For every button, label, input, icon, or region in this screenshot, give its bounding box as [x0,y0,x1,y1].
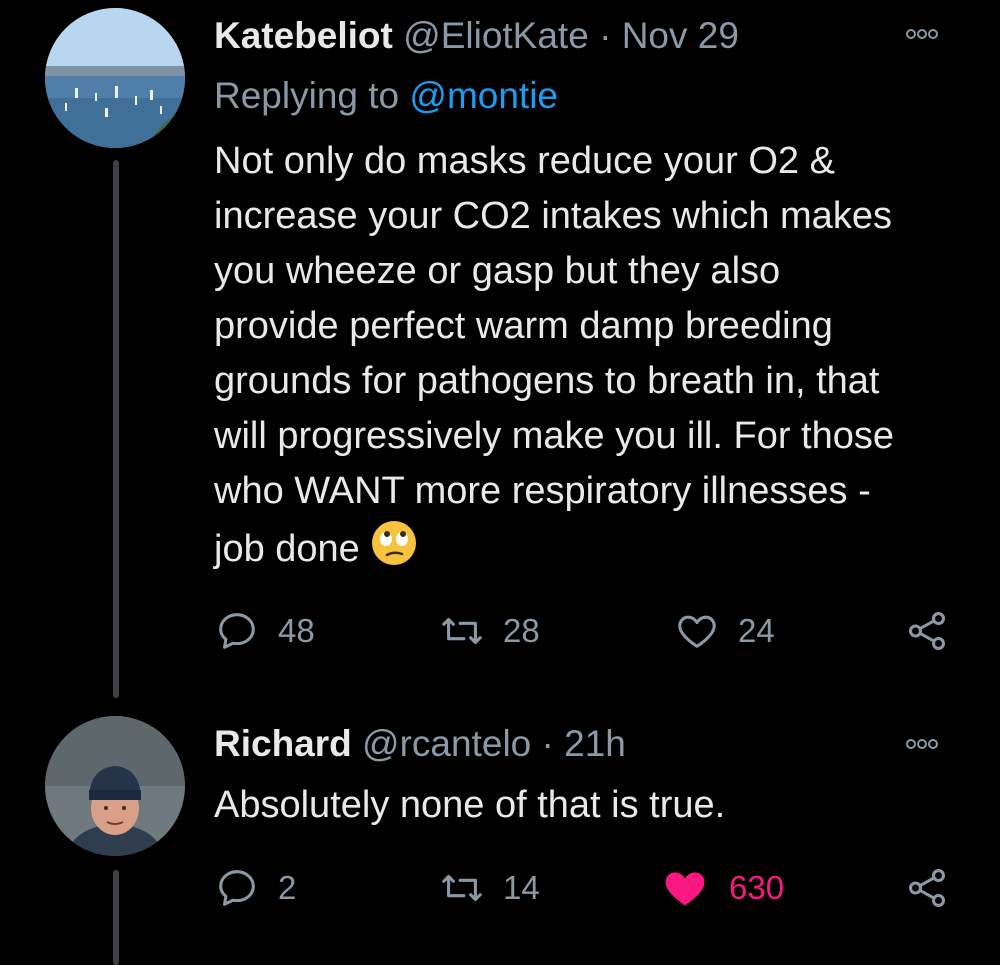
tweet-body: Not only do masks reduce your O2 & incre… [214,140,895,570]
like-button[interactable]: 24 [674,606,775,656]
seascape-avatar-image [45,8,185,148]
avatar-katebeliot[interactable] [45,8,185,148]
like-count: 24 [738,612,775,649]
tweet-actions: 48 28 24 [214,606,954,656]
avatar-richard[interactable] [45,716,185,856]
user-handle[interactable]: @rcantelo [362,723,531,764]
share-button[interactable] [904,606,950,656]
reply-button[interactable]: 2 [214,863,296,913]
retweet-count: 28 [503,612,540,649]
reply-count: 2 [278,869,297,906]
share-button[interactable] [904,863,950,913]
separator-dot: · [599,15,612,56]
timestamp[interactable]: 21h [564,723,626,764]
tweet-katebeliot[interactable]: Katebeliot @EliotKate · Nov 29 Replying … [0,0,1000,700]
mention-link[interactable]: @montie [409,75,558,116]
retweet-icon [442,874,482,902]
reply-icon [219,613,255,649]
retweet-count: 14 [503,869,540,906]
replying-to-line: Replying to @montie [214,74,558,118]
thread-line [113,870,119,965]
share-icon [908,869,946,907]
heart-filled-icon [665,872,705,906]
display-name[interactable]: Richard [214,723,352,764]
more-options-icon[interactable] [906,736,952,756]
rolling-eyes-emoji-icon [370,519,418,583]
more-options-icon[interactable] [906,26,952,46]
thread-line [113,160,119,698]
separator-dot: · [541,723,554,764]
reply-button[interactable]: 48 [214,606,315,656]
reply-icon [219,870,255,906]
tweet-body: Absolutely none of that is true. [214,784,726,826]
like-count: 630 [729,869,785,906]
tweet-text: Absolutely none of that is true. [214,778,914,833]
heart-outline-icon [678,615,716,648]
profile-photo-image [45,716,185,856]
user-handle[interactable]: @EliotKate [403,15,589,56]
reply-count: 48 [278,612,315,649]
like-button[interactable]: 630 [659,863,784,913]
tweet-header: Katebeliot @EliotKate · Nov 29 [214,14,739,58]
tweet-actions: 2 14 630 [214,863,954,913]
retweet-button[interactable]: 28 [439,606,540,656]
retweet-icon [442,617,482,645]
display-name[interactable]: Katebeliot [214,15,393,56]
tweet-richard[interactable]: Richard @rcantelo · 21h Absolutely none … [0,700,1000,965]
tweet-text: Not only do masks reduce your O2 & incre… [214,134,914,583]
replying-prefix: Replying to [214,75,400,116]
share-icon [908,612,946,650]
retweet-button[interactable]: 14 [439,863,540,913]
timestamp[interactable]: Nov 29 [622,15,739,56]
tweet-header: Richard @rcantelo · 21h [214,722,626,766]
